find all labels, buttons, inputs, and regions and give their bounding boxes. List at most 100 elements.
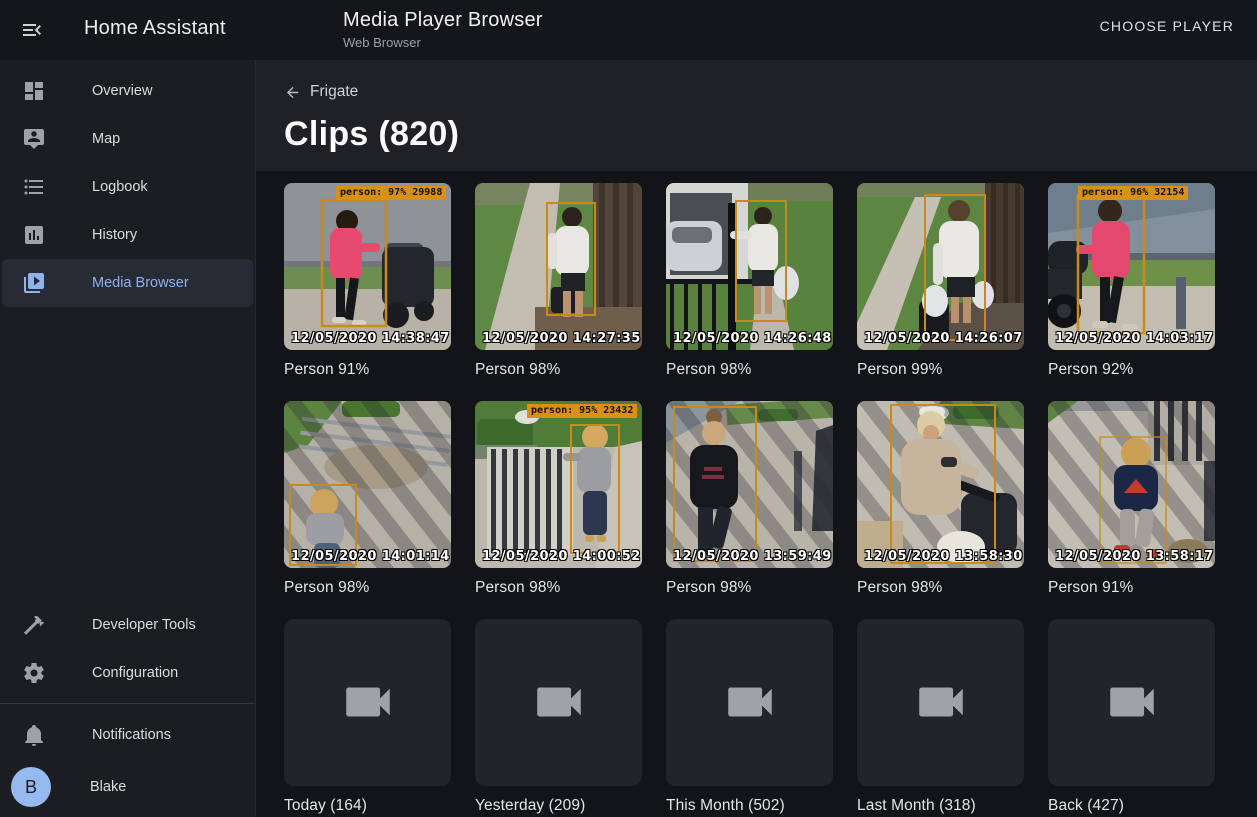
detection-label: person: 97% 29988 (336, 186, 446, 200)
clip-card[interactable]: 12/05/2020 13:58:17 (1048, 401, 1215, 568)
sidebar-item-media-browser[interactable]: Media Browser (2, 259, 253, 307)
clip-timestamp-overlay: 12/05/2020 14:03:17 (1055, 331, 1214, 346)
clip-caption: Person 91% (1048, 579, 1215, 597)
clip-cell: person: 97% 29988 12/05/2020 14:38:47 Pe… (284, 183, 451, 379)
menu-open-icon[interactable] (12, 10, 52, 50)
clip-thumbnail-image (475, 183, 642, 350)
clip-timestamp-overlay: 12/05/2020 14:27:35 (482, 331, 641, 346)
clip-caption: Person 98% (666, 361, 833, 379)
folder-caption: Back (427) (1048, 797, 1215, 815)
sidebar-item-label: Developer Tools (92, 617, 196, 633)
clip-caption: Person 91% (284, 361, 451, 379)
clip-card[interactable]: 12/05/2020 14:01:14 (284, 401, 451, 568)
folder-cell: This Month (502) (666, 619, 833, 815)
clip-card[interactable]: 12/05/2020 14:26:07 (857, 183, 1024, 350)
clip-caption: Person 98% (475, 361, 642, 379)
folder-card-yesterday[interactable] (475, 619, 642, 786)
clip-caption: Person 98% (666, 579, 833, 597)
folder-cell: Last Month (318) (857, 619, 1024, 815)
clip-cell: person: 95% 23432 12/05/2020 14:00:52 Pe… (475, 401, 642, 597)
sidebar-item-map[interactable]: Map (2, 115, 253, 163)
video-icon (339, 673, 397, 731)
media-browser-panel: Frigate Clips (820) (256, 60, 1257, 817)
folder-cell: Today (164) (284, 619, 451, 815)
dialog-header: Media Player Browser Web Browser (343, 9, 543, 50)
clip-thumbnail-image (284, 401, 451, 568)
clip-card[interactable]: person: 95% 23432 12/05/2020 14:00:52 (475, 401, 642, 568)
clip-card[interactable]: 12/05/2020 13:59:49 (666, 401, 833, 568)
video-icon (721, 673, 779, 731)
clip-thumbnail-image (475, 401, 642, 568)
detection-label: person: 95% 23432 (527, 404, 637, 418)
folder-caption: Today (164) (284, 797, 451, 815)
folder-card-today[interactable] (284, 619, 451, 786)
clip-timestamp-overlay: 12/05/2020 14:00:52 (482, 549, 641, 564)
gear-icon (22, 661, 46, 685)
clip-card[interactable]: person: 96% 32154 12/05/2020 14:03:17 (1048, 183, 1215, 350)
folder-cell: Back (427) (1048, 619, 1215, 815)
hammer-icon (22, 613, 46, 637)
chart-box-icon (22, 223, 46, 247)
profile-name: Blake (90, 779, 126, 795)
sidebar-item-profile[interactable]: B Blake (0, 759, 255, 815)
clip-thumbnail-image (1048, 401, 1215, 568)
clip-timestamp-overlay: 12/05/2020 13:58:17 (1055, 549, 1214, 564)
clip-timestamp-overlay: 12/05/2020 14:26:48 (673, 331, 832, 346)
sidebar-divider (0, 703, 255, 704)
sidebar-item-notifications[interactable]: Notifications (2, 711, 253, 759)
folder-caption: This Month (502) (666, 797, 833, 815)
top-app-bar: Home Assistant Media Player Browser Web … (0, 0, 1257, 60)
clip-card[interactable]: 12/05/2020 14:26:48 (666, 183, 833, 350)
clip-caption: Person 98% (475, 579, 642, 597)
video-icon (912, 673, 970, 731)
video-icon (530, 673, 588, 731)
folder-caption: Yesterday (209) (475, 797, 642, 815)
clip-timestamp-overlay: 12/05/2020 13:59:49 (673, 549, 832, 564)
sidebar-item-history[interactable]: History (2, 211, 253, 259)
folder-caption: Last Month (318) (857, 797, 1024, 815)
app-title: Home Assistant (84, 17, 226, 40)
clip-timestamp-overlay: 12/05/2020 14:26:07 (864, 331, 1023, 346)
sidebar-item-developer-tools[interactable]: Developer Tools (2, 601, 253, 649)
sidebar: Overview Map Logbook History Media Brows… (0, 60, 256, 817)
sidebar-tools-list: Developer Tools Configuration Notificati… (0, 601, 255, 817)
folder-card-back[interactable] (1048, 619, 1215, 786)
choose-player-button[interactable]: CHOOSE PLAYER (1100, 18, 1234, 34)
sidebar-item-label: Map (92, 131, 120, 147)
folder-card-last-month[interactable] (857, 619, 1024, 786)
bell-icon (22, 723, 46, 747)
content-header: Frigate Clips (820) (256, 60, 1257, 171)
sidebar-item-label: Configuration (92, 665, 178, 681)
clip-card[interactable]: person: 97% 29988 12/05/2020 14:38:47 (284, 183, 451, 350)
sidebar-item-configuration[interactable]: Configuration (2, 649, 253, 697)
sidebar-item-logbook[interactable]: Logbook (2, 163, 253, 211)
avatar: B (11, 767, 51, 807)
clip-caption: Person 98% (857, 579, 1024, 597)
clip-timestamp-overlay: 12/05/2020 14:01:14 (291, 549, 450, 564)
dialog-subtitle: Web Browser (343, 35, 543, 50)
clip-card[interactable]: 12/05/2020 14:27:35 (475, 183, 642, 350)
clip-cell: 12/05/2020 14:26:48 Person 98% (666, 183, 833, 379)
clip-caption: Person 92% (1048, 361, 1215, 379)
clip-thumbnail-image (1048, 183, 1215, 350)
clip-thumbnail-image (857, 183, 1024, 350)
sidebar-nav-list: Overview Map Logbook History Media Brows… (0, 60, 255, 307)
list-bulleted-icon (22, 175, 46, 199)
page-title: Clips (820) (284, 115, 1229, 154)
sidebar-item-overview[interactable]: Overview (2, 67, 253, 115)
clip-cell: 12/05/2020 14:26:07 Person 99% (857, 183, 1024, 379)
dialog-title: Media Player Browser (343, 9, 543, 32)
clip-cell: 12/05/2020 14:01:14 Person 98% (284, 401, 451, 597)
folder-card-this-month[interactable] (666, 619, 833, 786)
breadcrumb-back[interactable]: Frigate (284, 83, 358, 101)
sidebar-item-label: Media Browser (92, 275, 189, 291)
clip-timestamp-overlay: 12/05/2020 13:58:30 (864, 549, 1023, 564)
clip-card[interactable]: 12/05/2020 13:58:30 (857, 401, 1024, 568)
clip-cell: 12/05/2020 13:58:17 Person 91% (1048, 401, 1215, 597)
arrow-left-icon (284, 84, 301, 101)
clip-timestamp-overlay: 12/05/2020 14:38:47 (291, 331, 450, 346)
clips-grid: person: 97% 29988 12/05/2020 14:38:47 Pe… (256, 171, 1257, 815)
clip-thumbnail-image (284, 183, 451, 350)
folder-cell: Yesterday (209) (475, 619, 642, 815)
video-icon (1103, 673, 1161, 731)
